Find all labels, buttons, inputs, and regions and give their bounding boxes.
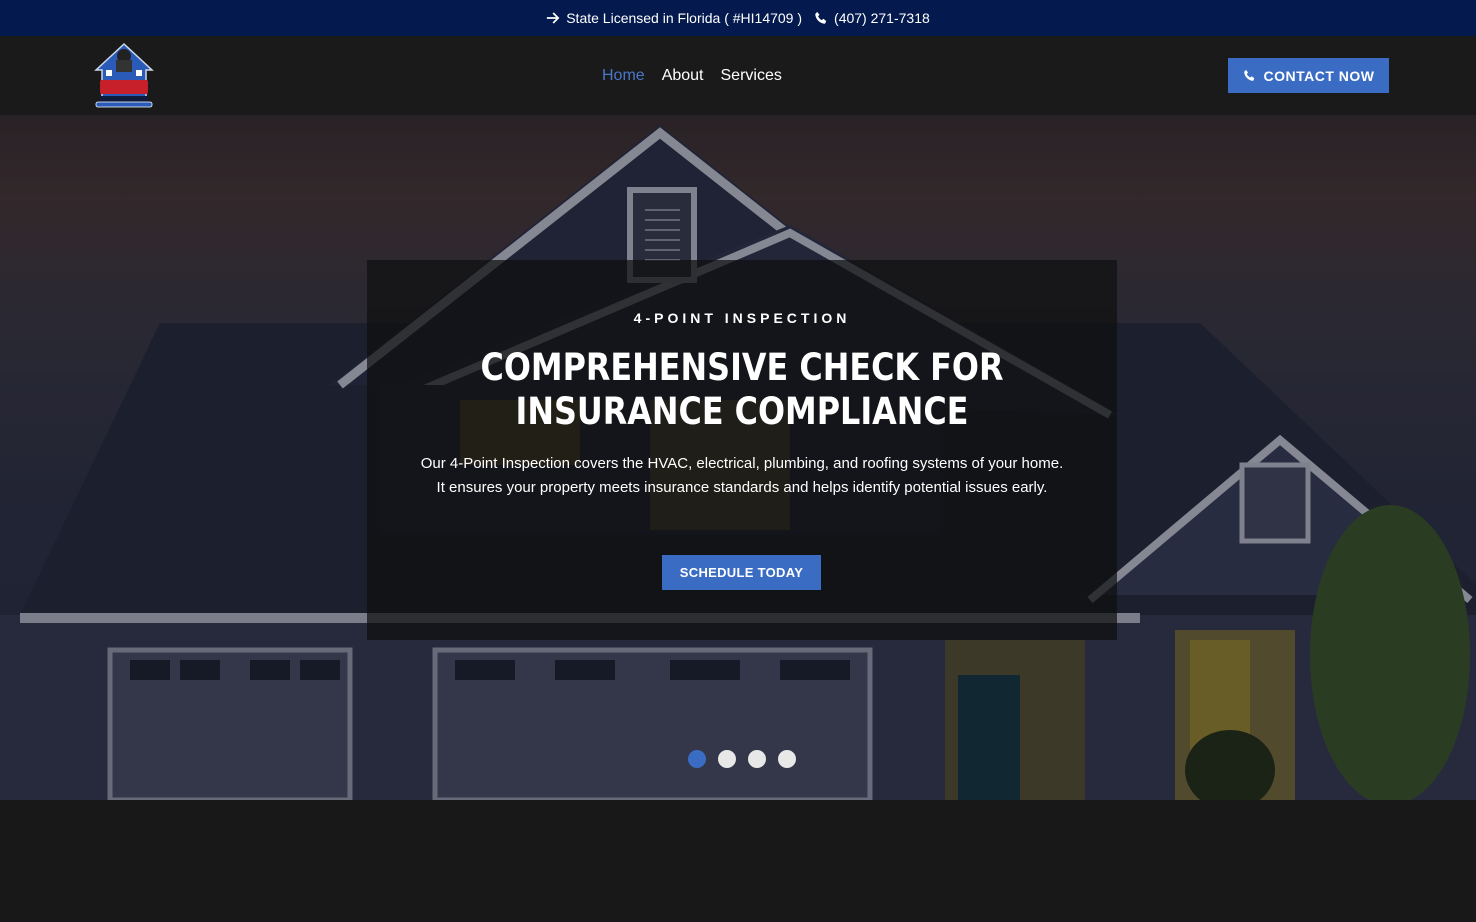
nav-item-home[interactable]: Home	[602, 67, 645, 85]
hero-kicker: 4-POINT INSPECTION	[633, 310, 851, 326]
nav-item-services[interactable]: Services	[721, 67, 782, 85]
company-logo[interactable]	[92, 40, 156, 110]
slider-pagination	[688, 750, 796, 768]
arrow-right-icon	[547, 12, 560, 24]
hero-headline: COMPREHENSIVE CHECK FOR INSURANCE COMPLI…	[480, 346, 1004, 433]
license-info: State Licensed in Florida ( #HI14709 )	[546, 10, 802, 26]
phone-info[interactable]: (407) 271-7318	[814, 10, 930, 26]
contact-now-label: CONTACT NOW	[1263, 67, 1375, 84]
slider-dot-4[interactable]	[778, 750, 796, 768]
phone-number[interactable]: (407) 271-7318	[834, 10, 930, 26]
license-text: State Licensed in Florida ( #HI14709 )	[566, 10, 803, 26]
main-navigation: Home About Services CONTACT NOW	[0, 36, 1476, 115]
hero-description: Our 4-Point Inspection covers the HVAC, …	[420, 455, 1064, 496]
nav-menu: Home About Services	[602, 36, 782, 115]
nav-item-about[interactable]: About	[662, 67, 704, 85]
top-info-bar: State Licensed in Florida ( #HI14709 ) (…	[0, 0, 1476, 36]
phone-icon	[815, 11, 827, 24]
phone-icon	[1243, 69, 1254, 81]
schedule-today-button[interactable]: SCHEDULE TODAY	[662, 555, 821, 590]
slider-dot-2[interactable]	[718, 750, 736, 768]
hero-slider: 4-POINT INSPECTION COMPREHENSIVE CHECK F…	[0, 115, 1476, 800]
slider-dot-3[interactable]	[748, 750, 766, 768]
slider-dot-1[interactable]	[688, 750, 706, 768]
contact-now-button[interactable]: CONTACT NOW	[1228, 58, 1389, 93]
hero-content-panel: 4-POINT INSPECTION COMPREHENSIVE CHECK F…	[367, 260, 1117, 640]
below-hero-section	[0, 800, 1476, 922]
